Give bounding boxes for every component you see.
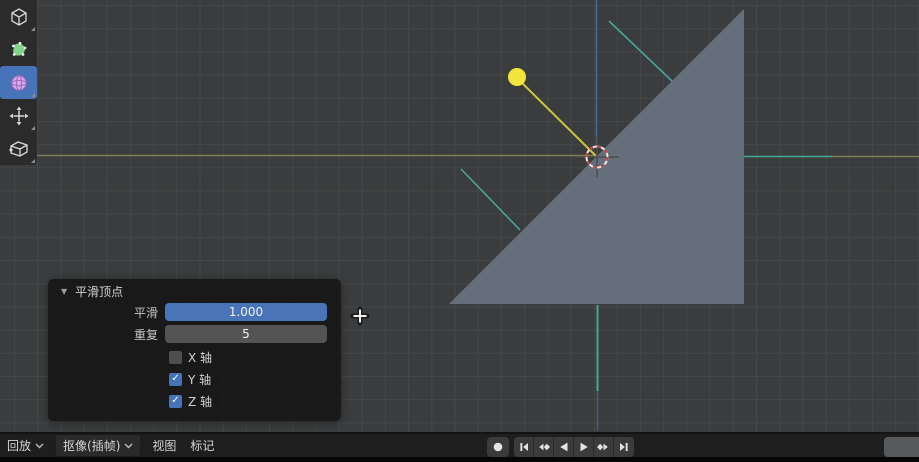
y-axis-checkbox[interactable]: ✓ — [169, 372, 182, 386]
jump-to-end-button[interactable] — [614, 437, 634, 457]
subtool-corner-icon — [31, 27, 35, 31]
mesh-triangle[interactable] — [449, 9, 744, 304]
repeat-field-label: 重复 — [133, 327, 158, 342]
menu-marker[interactable]: 标记 — [183, 435, 221, 456]
tool-move-button[interactable] — [0, 99, 37, 132]
3d-viewport[interactable]: ▼ 平滑顶点 平滑 1.000 重复 5 ✓ X 轴 ✓ Y 轴 ✓ Z 轴 — [0, 0, 919, 432]
collapse-arrow-icon: ▼ — [61, 286, 68, 296]
mouse-crosshair-cursor — [350, 306, 370, 326]
box-select-icon — [10, 7, 27, 26]
repeat-value-field[interactable]: 5 — [165, 325, 327, 343]
play-icon — [580, 442, 588, 452]
menu-marker-label: 标记 — [190, 439, 215, 453]
jump-to-end-icon — [620, 443, 628, 451]
timeline-header-bar: 回放 抠像(插帧) 视图 标记 — [0, 432, 919, 457]
blender-window: ▼ 平滑顶点 平滑 1.000 重复 5 ✓ X 轴 ✓ Y 轴 ✓ Z 轴 — [0, 0, 919, 462]
playback-button-group — [514, 437, 634, 457]
menu-keying[interactable]: 抠像(插帧) — [55, 434, 142, 457]
x-axis-label: X 轴 — [188, 350, 213, 365]
selected-edge — [517, 78, 597, 157]
menu-view[interactable]: 视图 — [145, 435, 183, 456]
z-axis-label: Z 轴 — [188, 394, 213, 409]
play-reverse-icon — [559, 442, 567, 452]
x-axis-checkbox[interactable]: ✓ — [169, 350, 182, 364]
playback-controls — [487, 437, 634, 457]
tool-sphere-button[interactable] — [0, 66, 37, 99]
prev-keyframe-icon — [539, 443, 550, 451]
3d-cursor — [577, 137, 619, 177]
jump-to-start-button[interactable] — [514, 437, 534, 457]
subtool-corner-icon — [31, 159, 35, 163]
menu-view-label: 视图 — [152, 439, 177, 453]
lasso-select-icon — [11, 41, 26, 56]
tool-shelf — [0, 0, 37, 165]
menu-keying-label: 抠像(插帧) — [63, 439, 121, 453]
chevron-down-icon — [124, 443, 133, 448]
subtool-corner-icon — [31, 93, 35, 97]
smooth-value-slider[interactable]: 1.000 — [165, 303, 327, 321]
selected-vertex[interactable] — [508, 68, 526, 86]
sphere-icon — [10, 74, 27, 91]
extrude-cube-icon — [8, 140, 28, 157]
z-axis-checkbox[interactable]: ✓ — [169, 394, 182, 408]
menu-playback[interactable]: 回放 — [0, 435, 51, 456]
y-axis-segment-lower — [460, 168, 521, 231]
next-keyframe-button[interactable] — [594, 437, 614, 457]
play-button[interactable] — [574, 437, 594, 457]
subtool-corner-icon — [31, 126, 35, 130]
menu-playback-label: 回放 — [7, 439, 32, 453]
y-axis-segment-upper — [608, 20, 674, 83]
tool-box-select-button[interactable] — [0, 0, 37, 33]
play-reverse-button[interactable] — [554, 437, 574, 457]
next-keyframe-icon — [597, 443, 608, 451]
move-icon — [9, 106, 28, 125]
smooth-field-label: 平滑 — [133, 305, 158, 320]
operator-panel-title: 平滑顶点 — [75, 284, 124, 299]
chevron-down-icon — [35, 443, 44, 448]
record-dot-icon — [493, 442, 503, 452]
tool-lasso-select-button[interactable] — [0, 33, 37, 66]
frame-number-field[interactable] — [884, 437, 919, 457]
prev-keyframe-button[interactable] — [534, 437, 554, 457]
record-button[interactable] — [487, 437, 509, 457]
operator-panel-smooth-vertices: ▼ 平滑顶点 平滑 1.000 重复 5 ✓ X 轴 ✓ Y 轴 ✓ Z 轴 — [48, 279, 341, 421]
jump-to-start-icon — [519, 443, 528, 451]
check-icon: ✓ — [171, 395, 180, 406]
tool-extrude-button[interactable] — [0, 132, 37, 165]
y-axis-label: Y 轴 — [188, 372, 212, 387]
check-icon: ✓ — [171, 373, 180, 384]
operator-panel-header[interactable]: ▼ 平滑顶点 — [48, 279, 341, 303]
